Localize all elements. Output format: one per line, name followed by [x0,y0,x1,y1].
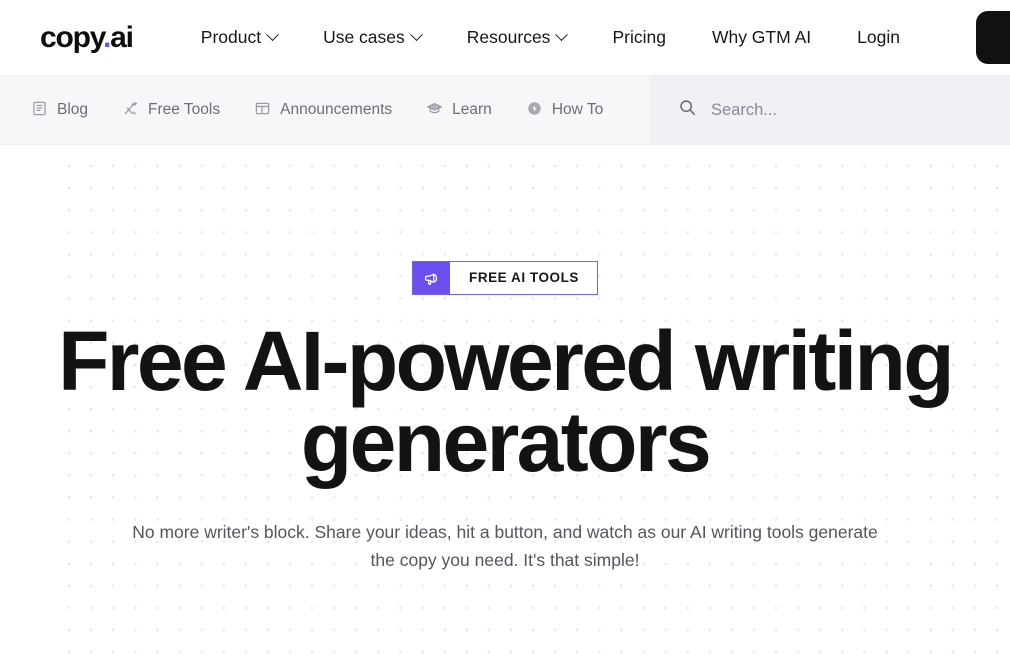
headline-line-2: generators [300,395,712,490]
search-icon [678,98,697,122]
hero-section: FREE AI TOOLS Free AI-powered writing ge… [0,145,1010,655]
subheading-line-2: the copy you need. It's that simple! [370,550,640,571]
hero-subheading: No more writer's block. Share your ideas… [0,518,1010,575]
subnav-item-label: Announcements [280,101,393,119]
secondary-navbar: Blog Free Tools Announcements Learn How … [0,75,1010,145]
nav-item-product[interactable]: Product [178,26,300,47]
subnav-item-blog[interactable]: Blog [14,100,105,121]
nav-item-label: Product [200,26,262,47]
subnav-item-label: Blog [57,101,89,119]
nav-item-pricing[interactable]: Pricing [589,26,689,47]
bolt-circle-icon [526,100,543,121]
subnav-item-learn[interactable]: Learn [409,100,509,121]
badge-label: FREE AI TOOLS [469,270,579,286]
primary-nav-links: Product Use cases Resources Pricing Why … [178,26,923,47]
brand-name-first: copy [40,20,104,54]
subnav-item-how-to[interactable]: How To [509,100,620,121]
nav-item-resources[interactable]: Resources [444,26,590,47]
nav-item-why-gtm-ai[interactable]: Why GTM AI [689,26,834,47]
secondary-nav-items: Blog Free Tools Announcements Learn How … [0,100,620,121]
search-input-placeholder: Search... [711,100,778,119]
subnav-item-announcements[interactable]: Announcements [237,100,409,121]
brand-logo[interactable]: copy.ai [40,20,134,54]
chevron-down-icon [555,28,569,42]
subheading-line-1: No more writer's block. Share your ideas… [132,521,878,542]
subnav-item-label: Learn [452,101,492,119]
nav-item-label: Use cases [323,26,405,47]
brand-name-last: ai [110,20,134,54]
primary-navbar: copy.ai Product Use cases Resources Pric… [0,0,1010,75]
nav-item-label: Login [857,26,900,47]
subnav-item-label: How To [551,101,604,119]
search-box[interactable]: Search... [650,76,1010,144]
headline-line-1: Free AI-powered writing [58,314,954,408]
tools-icon [122,100,139,121]
page-title: Free AI-powered writing generators [0,319,1010,490]
chevron-down-icon [266,28,279,42]
megaphone-icon [413,262,451,294]
primary-cta-button[interactable] [976,11,1010,64]
nav-item-label: Why GTM AI [711,26,812,47]
book-icon [31,100,48,121]
hero-content: FREE AI TOOLS Free AI-powered writing ge… [0,145,1010,575]
nav-item-login[interactable]: Login [834,26,923,47]
page-root: copy.ai Product Use cases Resources Pric… [0,0,1010,655]
nav-item-label: Resources [466,26,551,47]
layout-icon [254,100,271,121]
nav-item-use-cases[interactable]: Use cases [300,26,444,47]
subnav-item-label: Free Tools [148,101,221,119]
chevron-down-icon [409,28,423,42]
nav-item-label: Pricing [612,26,666,47]
free-ai-tools-badge: FREE AI TOOLS [412,261,598,295]
subnav-item-free-tools[interactable]: Free Tools [105,100,237,121]
graduation-cap-icon [426,100,443,121]
